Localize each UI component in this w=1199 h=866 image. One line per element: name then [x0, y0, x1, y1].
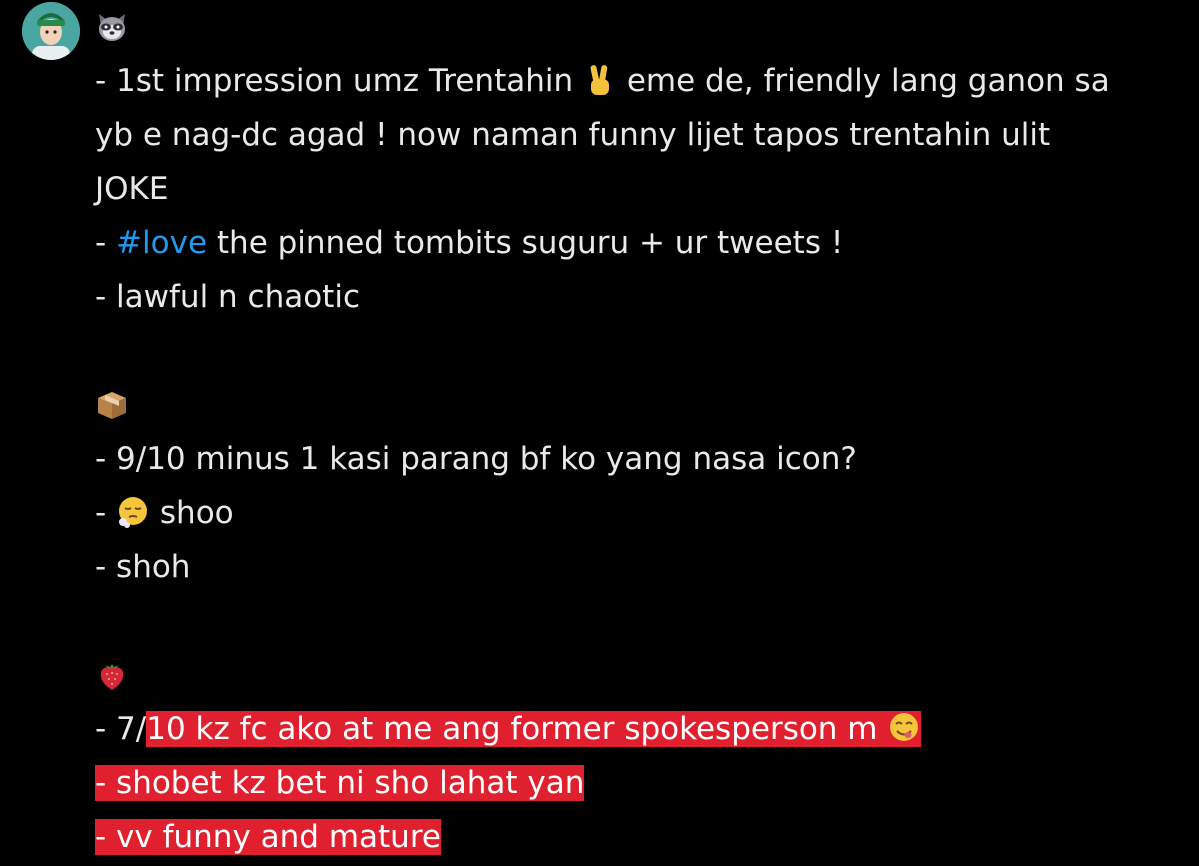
text-span: 10 kz fc ako at me ang former spokespers… [146, 711, 888, 747]
tweet-body: - 1st impression umz Trentahin eme de, f… [95, 0, 1195, 864]
highlighted-text: - vv funny and mature [95, 819, 441, 855]
text-line: - 1st impression umz Trentahin eme de, f… [95, 54, 1195, 108]
text-line: - vv funny and mature [95, 810, 1195, 864]
avatar-image [22, 2, 80, 60]
text-span: - 7/ [95, 711, 147, 747]
face-savoring-food-icon [890, 713, 919, 741]
highlighted-text: - shobet kz bet ni sho lahat yan [95, 765, 585, 801]
text-line: - shobet kz bet ni sho lahat yan [95, 756, 1195, 810]
text-line: - lawful n chaotic [95, 279, 360, 315]
text-line: - shoo [95, 486, 1195, 540]
hashtag-link[interactable]: #love [116, 225, 207, 261]
text-span: eme de, friendly lang ganon sa [616, 63, 1110, 99]
package-icon [98, 392, 126, 419]
text-span: shoo [150, 495, 234, 531]
text-line: - 9/10 minus 1 kasi parang bf ko yang na… [95, 441, 857, 477]
text-line: - 7/10 kz fc ako at me ang former spokes… [95, 702, 1195, 756]
face-exhaling-icon [119, 497, 148, 528]
avatar[interactable] [22, 2, 80, 60]
text-span: the pinned tombits suguru + ur tweets ! [207, 225, 844, 261]
text-line: - #love the pinned tombits suguru + ur t… [95, 216, 1195, 270]
raccoon-face-icon [99, 14, 125, 41]
section-raccoon [95, 0, 1195, 54]
text-span: - [95, 225, 117, 261]
section-strawberry [95, 648, 1195, 702]
text-line: yb e nag-dc agad ! now naman funny lijet… [95, 117, 1051, 153]
highlighted-text: 10 kz fc ako at me ang former spokespers… [146, 711, 922, 747]
text-span: - [95, 495, 117, 531]
victory-hand-icon [590, 65, 609, 95]
text-span: - 1st impression umz Trentahin [95, 63, 583, 99]
section-package [95, 378, 1195, 432]
text-line: JOKE [95, 171, 169, 207]
strawberry-icon [100, 664, 124, 690]
text-line: - shoh [95, 549, 191, 585]
